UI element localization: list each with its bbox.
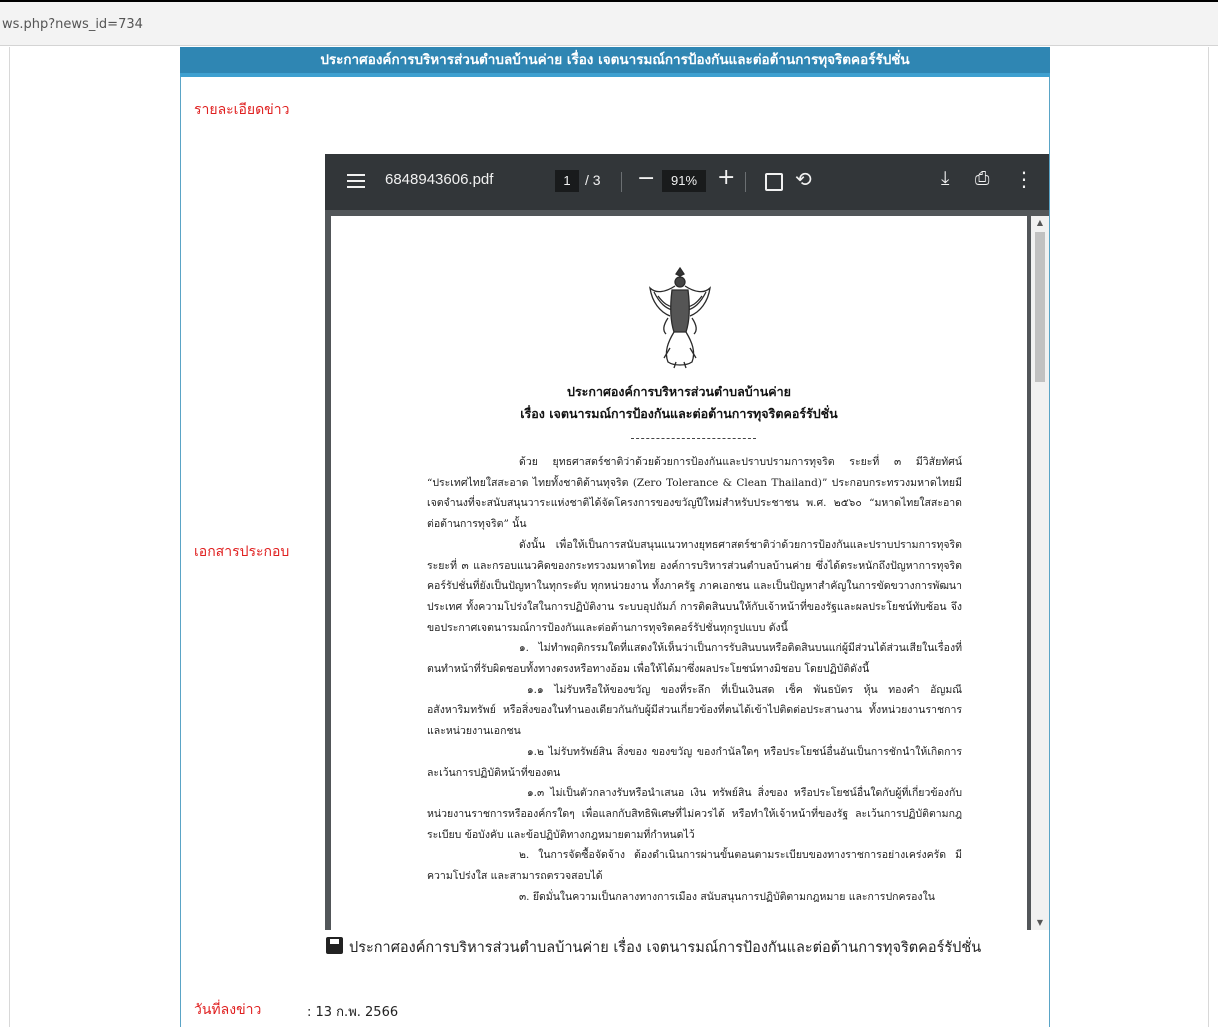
- url-text[interactable]: ws.php?news_id=734: [2, 17, 143, 32]
- doc-title-line-1: ประกาศองค์การบริหารส่วนตำบลบ้านค่าย: [567, 384, 791, 399]
- doc-body: ด้วย ยุทธศาสตร์ชาติว่าด้วยด้วยการป้องกัน…: [427, 452, 962, 907]
- toolbar-divider: [621, 172, 622, 192]
- fit-page-icon[interactable]: [765, 173, 783, 191]
- doc-divider: [631, 438, 756, 439]
- more-options-icon[interactable]: ⋮: [1014, 167, 1034, 191]
- pdf-toolbar: 6848943606.pdf 1 / 3 − 91% + ⟲ ⤓ ⎙ ⋮: [325, 154, 1049, 210]
- page-total: / 3: [585, 172, 601, 188]
- menu-icon[interactable]: [347, 174, 365, 188]
- toolbar-divider: [745, 172, 746, 192]
- attachment-link-text[interactable]: ประกาศองค์การบริหารส่วนตำบลบ้านค่าย เรื่…: [349, 940, 981, 956]
- doc-paragraph: ๓. ยึดมั่นในความเป็นกลางทางการเมือง สนับ…: [519, 890, 935, 903]
- pdf-filename: 6848943606.pdf: [385, 171, 494, 188]
- rotate-icon[interactable]: ⟲: [795, 167, 812, 191]
- garuda-emblem: [649, 266, 711, 369]
- zoom-in-button[interactable]: +: [717, 165, 735, 190]
- scroll-thumb[interactable]: [1035, 232, 1045, 382]
- doc-title-line-2: เรื่อง เจตนารมณ์การป้องกันและต่อต้านการท…: [520, 406, 838, 421]
- scroll-up-arrow[interactable]: ▲: [1031, 216, 1049, 230]
- doc-paragraph: ๒. ในการจัดซื้อจัดจ้าง ต้องดำเนินการผ่าน…: [427, 849, 962, 883]
- print-icon[interactable]: ⎙: [975, 168, 989, 189]
- news-header-title: ประกาศองค์การบริหารส่วนตำบลบ้านค่าย เรื่…: [180, 47, 1050, 77]
- doc-paragraph: ๑.๑ ไม่รับหรือให้ของขวัญ ของที่ระลึก ที่…: [427, 683, 962, 738]
- date-label: วันที่ลงข่าว: [194, 1002, 262, 1018]
- pdf-viewer[interactable]: 6848943606.pdf 1 / 3 − 91% + ⟲ ⤓ ⎙ ⋮ ประ…: [325, 154, 1049, 930]
- doc-paragraph: ดังนั้น เพื่อให้เป็นการสนับสนุนแนวทางยุท…: [427, 538, 962, 634]
- doc-paragraph: ด้วย ยุทธศาสตร์ชาติว่าด้วยด้วยการป้องกัน…: [427, 456, 962, 531]
- browser-url-bar[interactable]: ws.php?news_id=734: [0, 0, 1218, 46]
- doc-paragraph: ๑.๒ ไม่รับทรัพย์สิน สิ่งของ ของขวัญ ของก…: [427, 745, 962, 779]
- scroll-down-arrow[interactable]: ▼: [1031, 916, 1049, 930]
- save-icon: [326, 937, 343, 954]
- doc-paragraph: ๑. ไม่ทำพฤติกรรมใดที่แสดงให้เห็นว่าเป็นก…: [427, 642, 962, 676]
- download-icon[interactable]: ⤓: [941, 167, 949, 189]
- attachment-label: เอกสารประกอบ: [194, 544, 290, 560]
- attachment-link[interactable]: ประกาศองค์การบริหารส่วนตำบลบ้านค่าย เรื่…: [326, 936, 981, 959]
- date-value: : 13 ก.พ. 2566: [307, 1005, 399, 1020]
- page-number-input[interactable]: 1: [555, 170, 579, 192]
- detail-label: รายละเอียดข่าว: [194, 102, 290, 118]
- doc-paragraph: ๑.๓ ไม่เป็นตัวกลางรับหรือนำเสนอ เงิน ทรั…: [427, 787, 962, 841]
- zoom-out-button[interactable]: −: [637, 166, 655, 191]
- pdf-page: ประกาศองค์การบริหารส่วนตำบลบ้านค่าย เรื่…: [331, 216, 1027, 930]
- zoom-level-input[interactable]: 91%: [662, 170, 706, 192]
- pdf-scrollbar[interactable]: ▲ ▼: [1031, 216, 1049, 930]
